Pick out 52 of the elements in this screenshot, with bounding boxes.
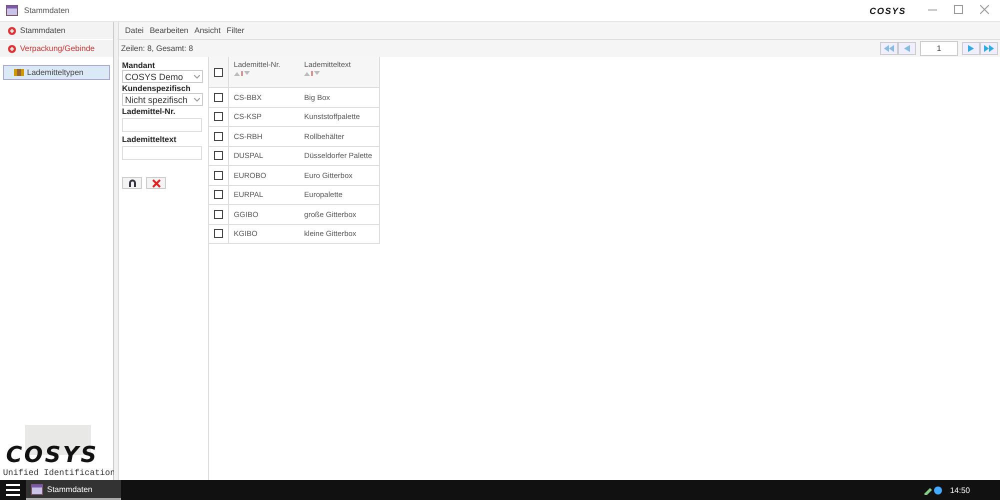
tray-icon — [924, 486, 944, 494]
menu-item[interactable]: Filter — [226, 26, 244, 35]
right-arrow-icon — [966, 45, 976, 52]
filter-label: Mandant — [122, 61, 156, 70]
input-field[interactable] — [122, 118, 202, 132]
checkbox[interactable] — [214, 210, 223, 219]
logo: COSYS — [6, 443, 98, 468]
clock: 14:50 — [950, 486, 970, 494]
checkbox[interactable] — [214, 151, 223, 160]
menu-item[interactable]: Ansicht — [194, 26, 221, 35]
window-title: Stammdaten — [24, 6, 70, 15]
magnet-button[interactable] — [122, 177, 142, 189]
left-arrow-icon — [902, 45, 912, 52]
tagline: Unified Identification — [2, 468, 116, 478]
input-field[interactable] — [122, 146, 202, 160]
right-arrow-icon — [984, 45, 994, 52]
close-icon — [152, 178, 160, 188]
sidebar-item[interactable]: Stammdaten — [0, 22, 113, 40]
app-icon — [31, 484, 43, 494]
box-icon — [14, 69, 24, 76]
filter-label: Kundenspezifisch — [122, 84, 192, 93]
caret-icon — [194, 98, 200, 102]
caret-icon — [194, 74, 200, 78]
maximize-icon — [954, 4, 962, 14]
checkbox[interactable] — [214, 132, 223, 141]
close-icon — [980, 4, 988, 14]
checkbox[interactable] — [214, 190, 223, 200]
logo: COSYS — [869, 6, 906, 16]
checkbox[interactable] — [214, 229, 223, 238]
sort-icon[interactable] — [234, 71, 250, 76]
plus-icon — [8, 26, 16, 34]
tree-item[interactable]: Lademitteltypen — [3, 65, 110, 80]
menu-item[interactable]: Datei — [125, 26, 144, 35]
sort-icon[interactable] — [304, 71, 320, 76]
row-count: Zeilen: 8, Gesamt: 8 — [121, 44, 194, 53]
clear-button[interactable] — [146, 177, 166, 189]
checkbox[interactable] — [214, 170, 223, 180]
menu-item[interactable]: Bearbeiten — [150, 26, 188, 35]
left-arrow-icon — [884, 45, 894, 52]
page-field[interactable]: 1 — [920, 41, 958, 56]
filter-label: Lademitteltext — [122, 135, 178, 144]
magnet-icon — [128, 179, 136, 187]
plus-icon — [8, 44, 16, 52]
checkbox[interactable] — [214, 68, 223, 76]
checkbox[interactable] — [214, 92, 223, 102]
taskbar-app[interactable]: Stammdaten — [26, 480, 121, 500]
app-icon — [6, 5, 18, 16]
filter-label: Lademittel-Nr. — [122, 107, 176, 116]
checkbox[interactable] — [214, 112, 223, 122]
dropdown[interactable]: COSYS Demo — [122, 70, 203, 83]
dropdown[interactable]: Nicht spezifisch — [122, 93, 203, 106]
sidebar-item[interactable]: Verpackung/Gebinde — [0, 40, 113, 58]
